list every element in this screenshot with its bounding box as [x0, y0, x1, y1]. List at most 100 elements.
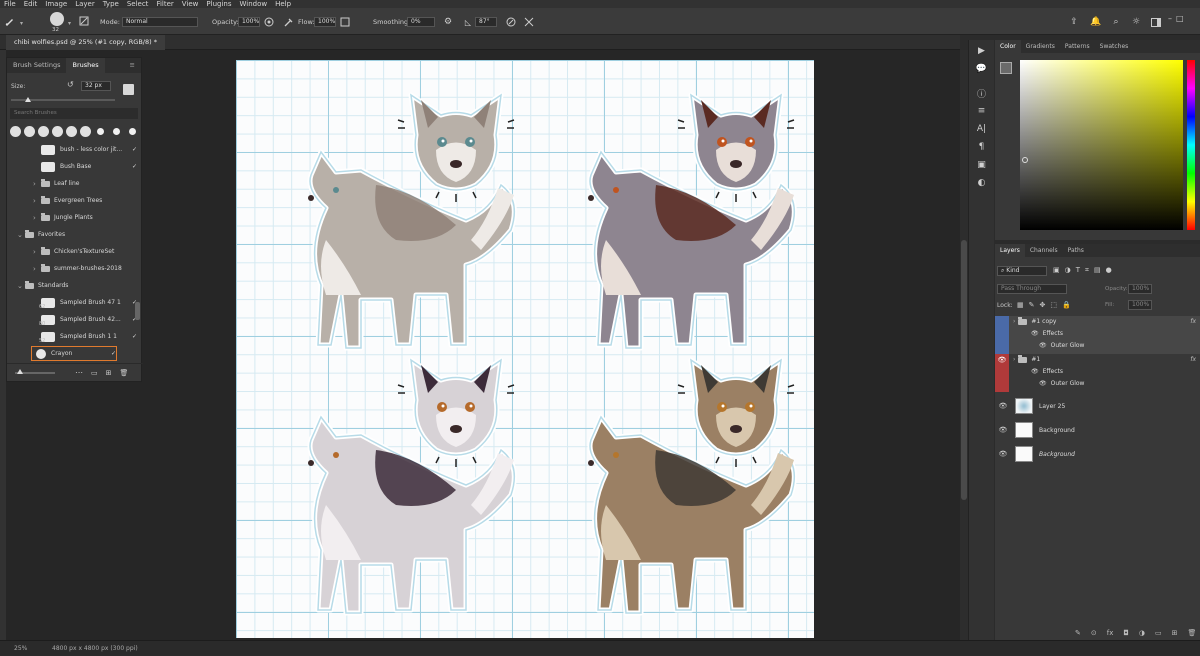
document-dimensions[interactable]: 4800 px x 4800 px (300 ppi) — [52, 641, 138, 656]
layer-mask-icon[interactable]: ◘ — [1123, 629, 1129, 637]
search-icon[interactable]: ⌕ — [1110, 16, 1122, 28]
layer-color-label[interactable]: 👁 — [995, 354, 1009, 392]
brush-angle-input[interactable]: 87° — [475, 17, 497, 27]
tab-brush-settings[interactable]: Brush Settings — [7, 58, 66, 73]
new-layer-icon[interactable]: ⊞ — [1172, 629, 1178, 637]
layer-fx-icon[interactable]: fx — [1190, 318, 1196, 325]
brush-folder-item[interactable]: ⌄ Standards — [11, 278, 137, 293]
tab-patterns[interactable]: Patterns — [1060, 40, 1095, 53]
brush-edit-icon[interactable]: ✓ — [132, 163, 137, 170]
brush-tool-icon[interactable] — [4, 15, 16, 27]
brush-tip-preset[interactable] — [80, 125, 91, 137]
layer-fx-icon[interactable]: fx — [1190, 356, 1196, 363]
menu-item-help[interactable]: Help — [275, 0, 291, 8]
lock-artboard-icon[interactable]: ⬚ — [1050, 301, 1057, 309]
layer-name[interactable]: Layer 25 — [1039, 403, 1065, 410]
maximize-icon[interactable]: □ — [1176, 14, 1184, 28]
menu-item-layer[interactable]: Layer — [75, 0, 95, 8]
visibility-eye-icon[interactable]: 👁 — [997, 402, 1009, 410]
group-chevron-icon[interactable]: › — [1013, 356, 1015, 363]
character-icon[interactable]: A| — [973, 122, 991, 136]
brush-folder-item[interactable]: › summer-brushes-2018 — [11, 261, 137, 276]
lock-position-icon[interactable]: ✥ — [1040, 301, 1046, 309]
share-icon[interactable]: ⇪ — [1068, 16, 1080, 28]
size-slider[interactable] — [11, 97, 115, 102]
filter-toggle-icon[interactable]: ● — [1106, 266, 1112, 275]
menu-item-window[interactable]: Window — [239, 0, 267, 8]
effects-eye-icon[interactable]: 👁 — [1031, 368, 1039, 375]
color-picker-cursor[interactable] — [1022, 157, 1028, 163]
zoom-level[interactable]: 25% — [14, 641, 27, 656]
delete-brush-icon[interactable]: 🗑 — [120, 369, 129, 377]
tab-layers[interactable]: Layers — [995, 244, 1025, 257]
brush-tip-preset[interactable] — [10, 125, 21, 137]
layer-row[interactable]: 👁 Layer 25 — [995, 394, 1200, 418]
brush-search-input[interactable]: Search Brushes — [10, 108, 138, 119]
brush-preset-item[interactable]: Crayon ✓ — [31, 346, 117, 361]
document-canvas[interactable] — [236, 60, 814, 638]
visibility-eye-icon[interactable]: 👁 — [995, 356, 1009, 364]
symmetry-icon[interactable] — [523, 16, 535, 28]
effect-name[interactable]: Outer Glow — [1051, 380, 1085, 387]
brush-preview-icon[interactable] — [50, 12, 64, 26]
brush-edit-icon[interactable]: ✓ — [132, 146, 137, 153]
brush-tip-preset[interactable] — [113, 127, 120, 135]
adjustment-layer-icon[interactable]: ◑ — [1139, 629, 1145, 637]
menu-item-select[interactable]: Select — [127, 0, 149, 8]
smoothing-input[interactable]: 0% — [407, 17, 435, 27]
adjustments-icon[interactable]: ≡ — [973, 104, 991, 118]
layer-color-label[interactable] — [995, 316, 1009, 354]
brush-preset-item[interactable]: Sampled Brush 47 162✓ — [11, 295, 137, 310]
layer-row[interactable]: 👁 Background — [995, 418, 1200, 442]
styles-icon[interactable]: ◐ — [973, 176, 991, 190]
flow-input[interactable]: 100% — [314, 17, 336, 27]
brush-tip-preset[interactable] — [129, 127, 136, 135]
brush-preset-item[interactable]: Bush Base ✓ — [11, 159, 137, 174]
opacity-input[interactable]: 100% — [238, 17, 260, 27]
filter-pixel-icon[interactable]: ▣ — [1053, 266, 1060, 275]
new-group-layer-icon[interactable]: ▭ — [1155, 629, 1162, 637]
airbrush-toggle-icon[interactable] — [339, 16, 351, 28]
filter-adjustment-icon[interactable]: ◑ — [1065, 266, 1071, 275]
layer-name[interactable]: Background — [1039, 451, 1075, 458]
color-picker-field[interactable] — [1020, 60, 1183, 230]
brush-folder-item[interactable]: › Leaf line — [11, 176, 137, 191]
foreground-color-swatch[interactable] — [1000, 62, 1012, 74]
brush-edit-icon[interactable]: ✓ — [111, 350, 116, 357]
filter-type-icon[interactable]: T — [1076, 266, 1080, 275]
layer-filter-select[interactable]: ⌕ Kind — [997, 266, 1047, 276]
reset-size-icon[interactable]: ↺ — [67, 80, 74, 89]
collapse-chevron-icon[interactable]: › — [33, 197, 41, 205]
delete-layer-icon[interactable]: 🗑 — [1188, 629, 1197, 637]
preview-size-slider[interactable] — [15, 368, 55, 374]
filter-shape-icon[interactable]: ⌗ — [1085, 266, 1089, 275]
expand-chevron-icon[interactable]: ⌄ — [17, 231, 25, 239]
layer-opacity-input[interactable]: 100% — [1128, 284, 1152, 294]
visibility-eye-icon[interactable]: 👁 — [997, 426, 1009, 434]
document-tab[interactable]: chibi wolfies.psd @ 25% (#1 copy, RGB/8)… — [6, 35, 165, 50]
menu-item-filter[interactable]: Filter — [156, 0, 173, 8]
collapse-chevron-icon[interactable]: › — [33, 180, 41, 188]
notifications-icon[interactable]: 🔔 — [1090, 16, 1102, 28]
smoothing-gear-icon[interactable]: ⚙ — [442, 16, 454, 28]
workspace-icon[interactable] — [1150, 16, 1162, 28]
comments-icon[interactable]: 💬 — [973, 62, 991, 76]
layer-name[interactable]: #1 copy — [1031, 318, 1056, 325]
filter-smart-icon[interactable]: ▤ — [1094, 266, 1101, 275]
collapse-chevron-icon[interactable]: › — [33, 248, 41, 256]
layer-group-row[interactable]: 👁 › #1 👁 Effects 👁 Outer Glow fx — [995, 354, 1200, 392]
lock-all-icon[interactable]: 🔒 — [1062, 301, 1071, 309]
brush-list-scrollbar[interactable] — [135, 302, 140, 320]
tab-channels[interactable]: Channels — [1025, 244, 1063, 257]
info-icon[interactable]: ⓘ — [973, 86, 991, 100]
new-group-icon[interactable]: ▭ — [91, 369, 98, 377]
tab-color[interactable]: Color — [995, 40, 1021, 53]
brush-folder-item[interactable]: ⌄ Favorites — [11, 227, 137, 242]
brush-tip-preset[interactable] — [38, 125, 49, 137]
brush-preset-item[interactable]: Sampled Brush 42... 80 ✓ — [11, 312, 137, 327]
history-icon[interactable]: ▶ — [973, 44, 991, 58]
brush-edit-icon[interactable]: ✓ — [132, 333, 137, 340]
layer-name[interactable]: #1 — [1031, 356, 1040, 363]
expand-chevron-icon[interactable]: ⌄ — [17, 282, 25, 290]
size-slider-handle[interactable] — [25, 97, 31, 102]
